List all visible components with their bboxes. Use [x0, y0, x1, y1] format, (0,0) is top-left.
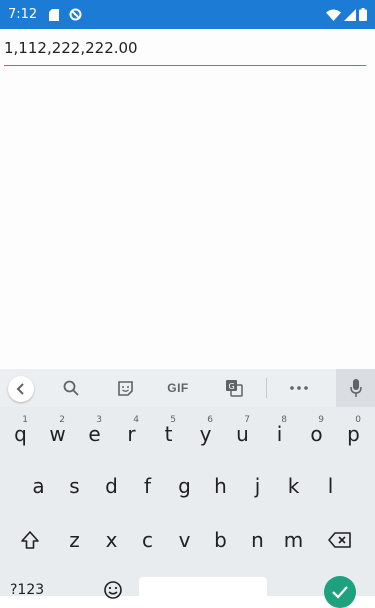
key-label: w	[49, 422, 66, 446]
emoji-key[interactable]	[98, 575, 128, 605]
key-hint: 4	[133, 415, 139, 425]
key-s[interactable]: s	[57, 461, 92, 511]
check-icon	[332, 586, 348, 599]
back-icon[interactable]	[8, 376, 34, 402]
gif-button[interactable]: GIF	[160, 369, 196, 407]
key-v[interactable]: v	[167, 515, 202, 565]
key-c[interactable]: c	[130, 515, 165, 565]
key-t[interactable]: t 5	[152, 409, 185, 459]
key-g[interactable]: g	[167, 461, 202, 511]
key-b[interactable]: b	[203, 515, 238, 565]
shift-icon	[21, 531, 39, 549]
key-hint: 7	[244, 415, 250, 425]
key-x[interactable]: x	[94, 515, 129, 565]
key-a[interactable]: a	[21, 461, 56, 511]
key-label: p	[347, 422, 360, 446]
key-p[interactable]: p 0	[337, 409, 370, 459]
key-f[interactable]: f	[130, 461, 165, 511]
shift-key[interactable]	[10, 515, 50, 565]
status-time: 7:12	[8, 7, 38, 22]
key-label: t	[164, 422, 173, 446]
signal-icon	[344, 8, 356, 21]
key-r[interactable]: r 4	[115, 409, 148, 459]
key-hint: 3	[96, 415, 102, 425]
key-hint: 1	[22, 415, 28, 425]
key-label: i	[276, 422, 283, 446]
enter-key[interactable]	[324, 576, 356, 608]
app-content: 1,112,222,222.00	[0, 29, 375, 369]
battery-icon	[359, 8, 367, 21]
key-hint: 8	[281, 415, 287, 425]
sticker-icon[interactable]	[111, 369, 139, 407]
space-key[interactable]	[139, 577, 267, 607]
key-o[interactable]: o 9	[300, 409, 333, 459]
translate-icon[interactable]: G	[220, 369, 248, 407]
data-saver-icon	[69, 8, 82, 21]
key-hint: 2	[59, 415, 65, 425]
sd-card-icon	[49, 8, 60, 21]
key-hint: 0	[355, 415, 361, 425]
more-icon[interactable]	[286, 369, 312, 407]
amount-input-value: 1,112,222,222.00	[4, 39, 138, 57]
key-l[interactable]: l	[313, 461, 348, 511]
key-w[interactable]: w 2	[41, 409, 74, 459]
key-k[interactable]: k	[276, 461, 311, 511]
gif-label: GIF	[167, 381, 189, 395]
keyboard-toolbar: GIF G	[0, 369, 375, 407]
soft-keyboard: GIF G q 1 w 2 e 3 r 4 t 5 y 6 u 7 i 8 o …	[0, 369, 375, 608]
svg-text:G: G	[229, 382, 235, 391]
key-i[interactable]: i 8	[263, 409, 296, 459]
status-bar: 7:12	[0, 0, 375, 29]
key-q[interactable]: q 1	[4, 409, 37, 459]
key-hint: 6	[207, 415, 213, 425]
key-z[interactable]: z	[57, 515, 92, 565]
key-label: o	[310, 422, 323, 446]
search-icon[interactable]	[58, 369, 84, 407]
emoji-icon	[104, 581, 122, 599]
key-label: e	[88, 422, 101, 446]
key-label: y	[199, 422, 212, 446]
key-hint: 9	[318, 415, 324, 425]
key-d[interactable]: d	[94, 461, 129, 511]
toolbar-divider	[266, 378, 267, 398]
key-n[interactable]: n	[240, 515, 275, 565]
key-hint: 5	[170, 415, 176, 425]
backspace-icon	[328, 532, 351, 548]
key-label: r	[127, 422, 136, 446]
key-h[interactable]: h	[203, 461, 238, 511]
wifi-icon	[326, 9, 341, 21]
key-label: q	[14, 422, 27, 446]
key-j[interactable]: j	[240, 461, 275, 511]
backspace-key[interactable]	[320, 515, 360, 565]
amount-input[interactable]: 1,112,222,222.00	[4, 37, 366, 66]
key-label: u	[236, 422, 249, 446]
key-m[interactable]: m	[276, 515, 311, 565]
key-u[interactable]: u 7	[226, 409, 259, 459]
key-e[interactable]: e 3	[78, 409, 111, 459]
key-y[interactable]: y 6	[189, 409, 222, 459]
mic-icon[interactable]	[336, 369, 375, 407]
